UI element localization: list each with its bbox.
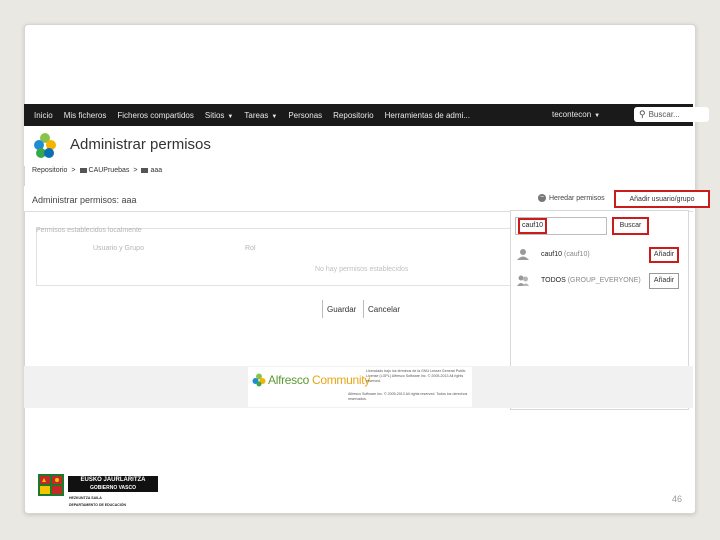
- footer-legal-text-2: Alfresco Software Inc. © 2005-2013 All r…: [348, 392, 468, 401]
- add-result-label: Añadir: [653, 251, 675, 258]
- chevron-down-icon: ▼: [227, 113, 234, 120]
- page-title: Administrar permisos: [70, 136, 211, 153]
- cancel-label: Cancelar: [368, 304, 401, 314]
- gov-line-2: GOBIERNO VASCO: [68, 485, 158, 492]
- empty-permissions-message: No hay permisos establecidos: [315, 266, 409, 273]
- footer-brand-name: Alfresco: [268, 373, 309, 387]
- result-name-sub: (cauf10): [563, 251, 590, 258]
- add-user-group-button[interactable]: Añadir usuario/grupo: [614, 190, 710, 208]
- save-label: Guardar: [327, 304, 357, 314]
- add-user-group-label: Añadir usuario/grupo: [629, 195, 695, 203]
- result-name-sub: (GROUP_EVERYONE): [567, 277, 641, 284]
- minus-circle-icon: −: [538, 194, 546, 202]
- result-name: cauf10 (cauf10): [541, 251, 590, 258]
- nav-item-inicio[interactable]: Inicio: [34, 111, 53, 120]
- nav-item-repositorio[interactable]: Repositorio: [333, 111, 373, 120]
- column-header-user: Usuario y Grupo: [93, 245, 144, 252]
- result-name: TODOS (GROUP_EVERYONE): [541, 277, 641, 284]
- search-placeholder: Buscar...: [648, 110, 680, 119]
- picker-result-row: cauf10 (cauf10) Añadir: [511, 243, 688, 267]
- top-navigation-bar: Inicio Mis ficheros Ficheros compartidos…: [24, 104, 709, 126]
- add-result-label: Añadir: [653, 277, 675, 284]
- basque-government-logo: EUSKO JAURLARITZA GOBIERNO VASCO HEZKUNT…: [36, 470, 160, 512]
- footer-brand: Alfresco Community: [268, 373, 370, 387]
- nav-item-tareas[interactable]: Tareas ▼: [244, 111, 277, 120]
- search-input[interactable]: ⚲ Buscar...: [634, 107, 709, 122]
- nav-item-personas[interactable]: Personas: [288, 111, 322, 120]
- user-search-value: cauf10: [518, 218, 548, 234]
- chevron-down-icon: ▼: [271, 113, 278, 120]
- breadcrumb-root[interactable]: Repositorio: [32, 167, 67, 174]
- folder-icon: [141, 168, 149, 173]
- local-permissions-panel: Permisos establecidos localmente Usuario…: [36, 227, 511, 286]
- alfresco-flower-icon: [252, 373, 266, 387]
- picker-result-row: TODOS (GROUP_EVERYONE) Añadir: [511, 269, 688, 293]
- footer-brand-edition: Community: [312, 373, 370, 387]
- inherit-permissions-button[interactable]: − Heredar permisos: [538, 194, 605, 202]
- folder-icon: [79, 168, 87, 173]
- permissions-title: Administrar permisos: aaa: [32, 195, 137, 205]
- nav-item-herramientas-admin[interactable]: Herramientas de admi...: [385, 111, 470, 120]
- user-search-input[interactable]: cauf10: [515, 217, 607, 235]
- breadcrumb-level-2[interactable]: aaa: [150, 167, 162, 174]
- permissions-title-bar: Administrar permisos: aaa − Heredar perm…: [24, 186, 710, 212]
- user-menu[interactable]: tecontecon ▼: [552, 110, 600, 119]
- nav-item-sitios[interactable]: Sitios ▼: [205, 111, 234, 120]
- search-icon: ⚲: [639, 109, 646, 119]
- nav-item-sitios-label: Sitios: [204, 110, 225, 120]
- user-icon: [517, 249, 529, 260]
- breadcrumb: Repositorio > CAUPruebas > aaa: [32, 167, 162, 174]
- page-header: Administrar permisos: [24, 126, 693, 166]
- nav-item-tareas-label: Tareas: [244, 110, 269, 120]
- cancel-button[interactable]: Cancelar: [363, 300, 404, 318]
- column-header-role: Rol: [245, 245, 256, 252]
- gov-line-1: EUSKO JAURLARITZA: [68, 476, 158, 485]
- result-name-main: TODOS: [541, 277, 566, 284]
- add-result-button[interactable]: Añadir: [649, 247, 679, 263]
- footer-legal-text: Licenciado bajo los términos de la GNU L…: [366, 369, 466, 383]
- group-icon: [517, 275, 529, 286]
- inherit-permissions-label: Heredar permisos: [549, 194, 605, 202]
- nav-item-ficheros-compartidos[interactable]: Ficheros compartidos: [117, 111, 193, 120]
- gov-line-4: DEPARTAMENTO DE EDUCACIÓN: [69, 503, 126, 507]
- result-name-main: cauf10: [541, 251, 563, 258]
- breadcrumb-separator: >: [71, 167, 76, 174]
- local-permissions-label: Permisos establecidos localmente: [36, 227, 142, 234]
- gov-line-3: HEZKUNTZA SAILA: [69, 496, 102, 500]
- user-name: tecontecon: [552, 110, 592, 119]
- save-button[interactable]: Guardar: [322, 300, 360, 318]
- chevron-down-icon: ▼: [594, 113, 601, 119]
- nav-item-mis-ficheros[interactable]: Mis ficheros: [64, 111, 107, 120]
- find-label: Buscar: [619, 222, 642, 229]
- breadcrumb-separator: >: [133, 167, 138, 174]
- find-button[interactable]: Buscar: [612, 217, 649, 235]
- coat-of-arms-icon: [38, 474, 64, 496]
- alfresco-logo-icon: [34, 133, 56, 158]
- breadcrumb-level-1[interactable]: CAUPruebas: [89, 167, 130, 174]
- alfresco-community-footer: Alfresco Community Licenciado bajo los t…: [248, 367, 472, 407]
- add-result-button[interactable]: Añadir: [649, 273, 679, 289]
- page-number: 46: [672, 494, 683, 504]
